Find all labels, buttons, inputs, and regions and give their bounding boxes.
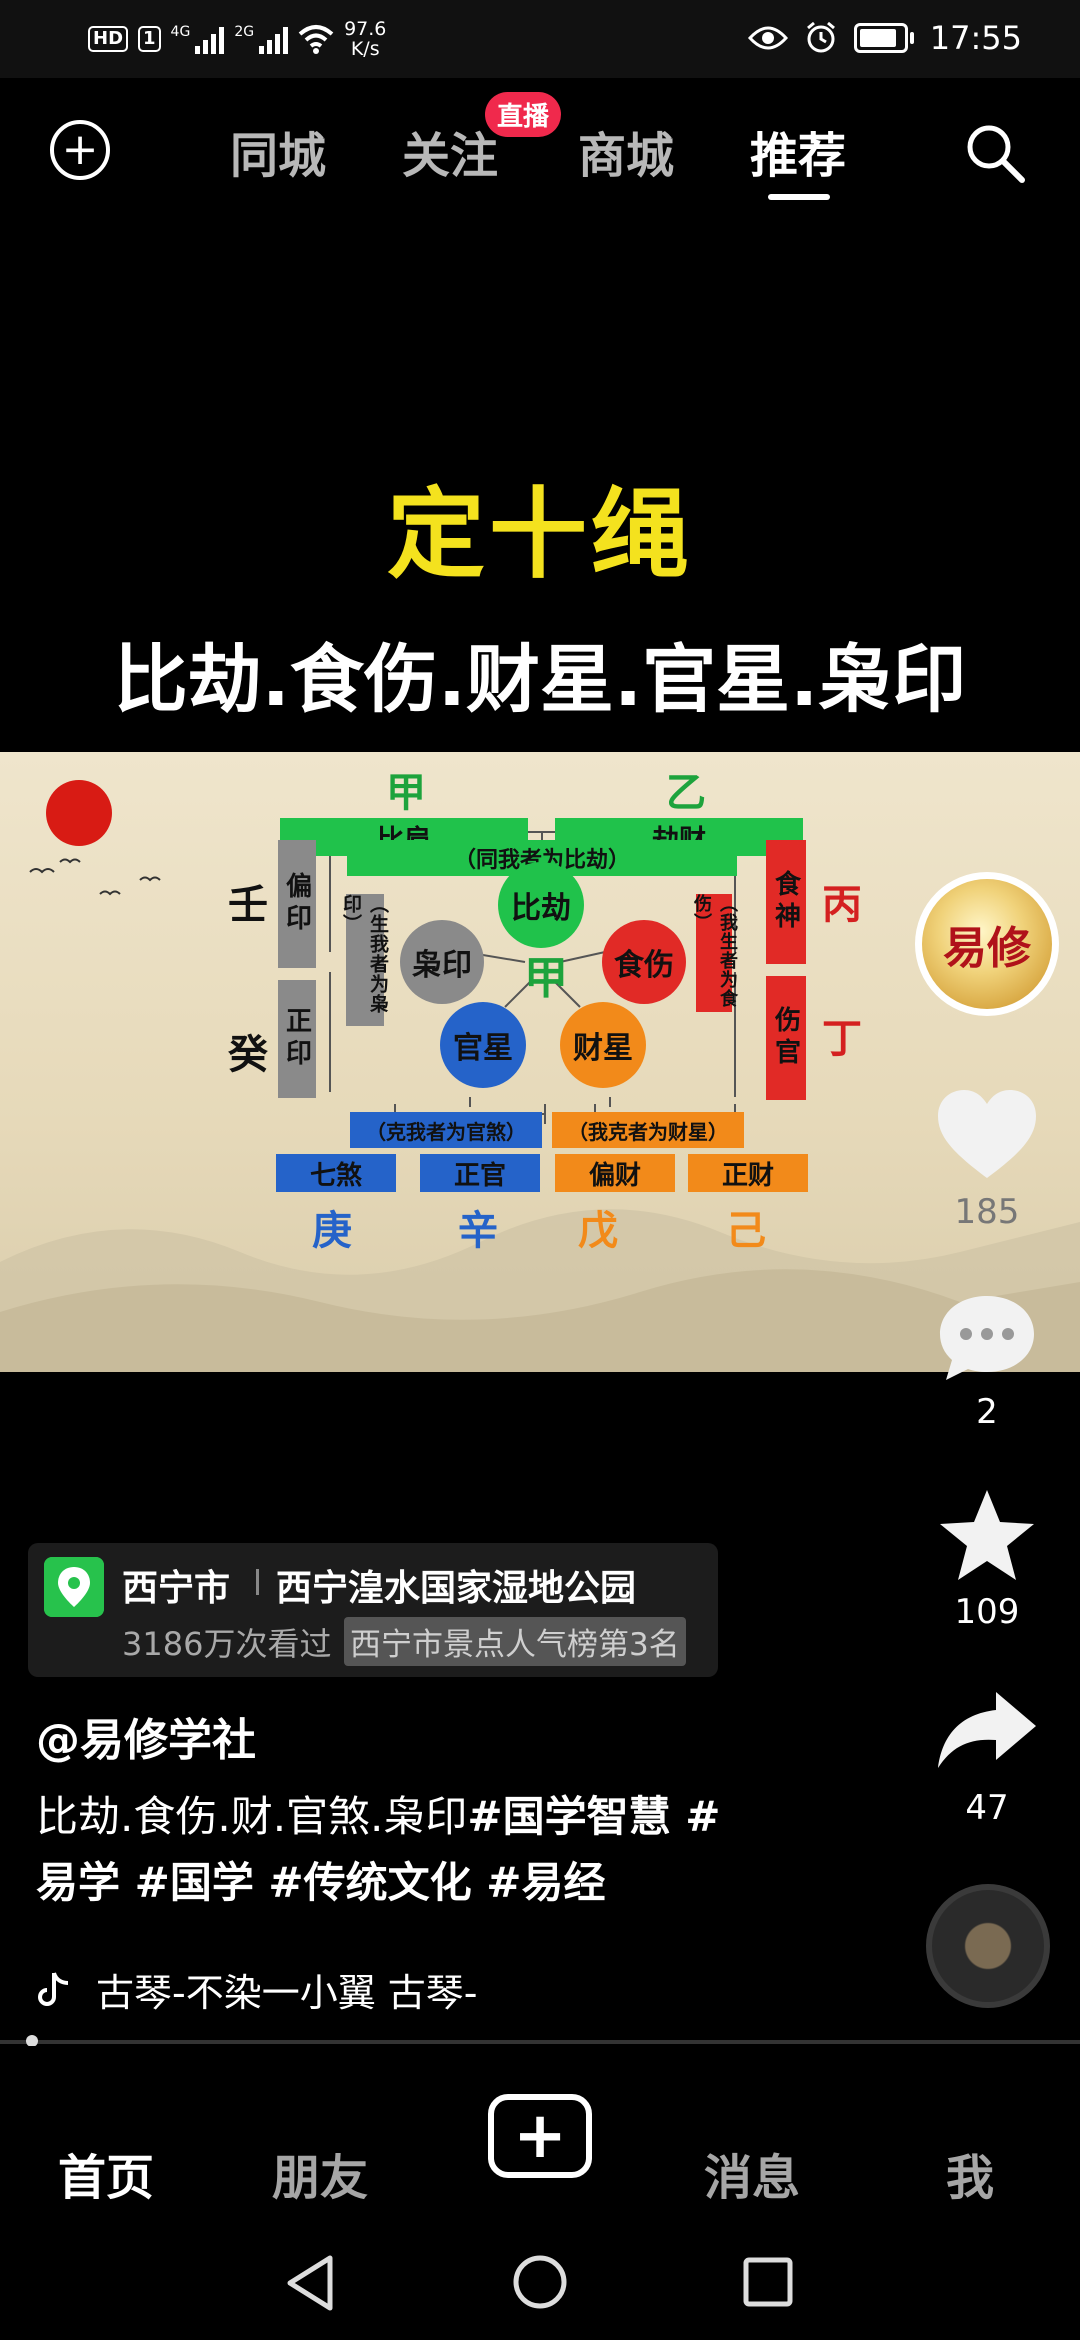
stem-yi-top: 乙 — [666, 769, 706, 816]
share-arrow-icon[interactable] — [932, 1680, 1042, 1790]
hashtags-line2[interactable]: 易学 #国学 #传统文化 #易经 — [36, 1858, 605, 1907]
circle-caixing: 财星 — [560, 1002, 646, 1088]
stem-geng: 庚 — [312, 1207, 352, 1254]
location-place: 西宁湟水国家湿地公园 — [276, 1568, 637, 1609]
box-zhengcai: 正财 — [688, 1154, 808, 1192]
add-plus-icon[interactable]: + — [50, 120, 110, 180]
location-rank-badge: 西宁市景点人气榜第3名 — [344, 1617, 686, 1666]
top-nav: + 同城 关注 直播 商城 推荐 — [0, 78, 1080, 218]
box-piancai: 偏财 — [555, 1154, 675, 1192]
music-title: 古琴-不染一小翼 古琴- — [96, 1971, 478, 2015]
nav-home[interactable]: 首页 — [58, 2138, 154, 2208]
active-tab-indicator — [768, 194, 830, 200]
wifi-icon — [298, 25, 334, 54]
post-description[interactable]: 比劫.食伤.财.官煞.枭印#国学智慧 # 易学 #国学 #传统文化 #易经 — [36, 1784, 776, 1916]
location-separator — [256, 1569, 259, 1595]
tab-mall[interactable]: 商城 — [578, 116, 674, 186]
like-heart-icon[interactable] — [932, 1080, 1042, 1190]
stem-ji: 己 — [726, 1207, 766, 1254]
share-count: 47 — [965, 1788, 1009, 1828]
tab-nearby[interactable]: 同城 — [230, 116, 326, 186]
eye-icon — [747, 26, 788, 50]
circle-guanxing: 官星 — [440, 1002, 526, 1088]
rule-officer: （克我者为官煞） — [350, 1112, 542, 1148]
location-pin-icon — [44, 1557, 104, 1617]
nav-me[interactable]: 我 — [946, 2138, 994, 2208]
location-city: 西宁市 — [122, 1568, 231, 1609]
tiktok-note-icon — [38, 1971, 69, 2006]
box-qisha: 七煞 — [276, 1154, 396, 1192]
stem-jia-top: 甲 — [386, 769, 426, 816]
favorite-count: 109 — [954, 1592, 1020, 1632]
rule-wealth: （我克者为财星） — [552, 1112, 744, 1148]
nav-messages[interactable]: 消息 — [704, 2138, 800, 2208]
stem-gui: 癸 — [228, 1031, 268, 1078]
stem-ding: 丁 — [822, 1015, 862, 1062]
box-zhengyin: 正印 — [278, 980, 316, 1098]
like-count: 185 — [954, 1192, 1020, 1232]
creator-avatar[interactable]: 易修 — [915, 872, 1059, 1016]
rule-resource: （生我者为枭印） — [340, 894, 389, 1026]
back-triangle-icon[interactable] — [282, 2252, 338, 2314]
alarm-icon — [806, 21, 835, 53]
home-circle-icon[interactable] — [510, 2252, 570, 2312]
nav-friends[interactable]: 朋友 — [272, 2138, 368, 2208]
music-disc-icon[interactable] — [926, 1884, 1050, 2008]
stem-bing: 丙 — [822, 881, 862, 928]
hd-badge: HD — [88, 26, 129, 52]
author-name[interactable]: @易修学社 — [36, 1704, 256, 1768]
video-title: 定十绳 — [386, 478, 693, 592]
stem-xin: 辛 — [458, 1207, 498, 1254]
status-bar: HD 1 4G 2G 97.6 K/s 17:55 — [0, 0, 1080, 78]
stem-ren: 壬 — [228, 881, 268, 928]
circle-shishang: 食伤 — [602, 920, 686, 1004]
box-pianyin: 偏印 — [278, 840, 316, 968]
comment-icon[interactable] — [932, 1282, 1042, 1392]
bottom-nav: 首页 朋友 + 消息 我 — [0, 2046, 1080, 2226]
circle-xiaoyin: 枭印 — [400, 920, 484, 1004]
video-progress-bar[interactable] — [0, 2040, 1080, 2044]
music-row[interactable]: 古琴-不染一小翼 古琴- — [36, 1962, 478, 2017]
recents-square-icon[interactable] — [740, 2254, 796, 2310]
stem-jia-center: 甲 — [524, 953, 568, 1004]
signal-4g-icon: 4G — [171, 24, 225, 54]
status-left: HD 1 4G 2G 97.6 K/s — [88, 18, 386, 60]
tab-recommend[interactable]: 推荐 — [750, 116, 846, 186]
hashtags-line1[interactable]: #国学智慧 # — [467, 1792, 720, 1841]
rule-output: （我生者为食伤） — [691, 894, 738, 1012]
box-zhengguan: 正官 — [420, 1154, 540, 1192]
sim-badge: 1 — [138, 26, 161, 52]
box-shangguan: 伤官 — [766, 976, 806, 1100]
comment-count: 2 — [976, 1392, 998, 1432]
battery-icon — [853, 23, 914, 53]
video-subtitle: 比劫.食伤.财星.官星.枭印 — [113, 637, 967, 723]
signal-2g-icon: 2G — [234, 24, 289, 54]
tab-following[interactable]: 关注 — [402, 116, 498, 186]
live-badge[interactable]: 直播 — [485, 92, 562, 137]
circle-bijie: 比劫 — [498, 862, 584, 948]
stem-wu: 戊 — [578, 1207, 618, 1254]
favorite-star-icon[interactable] — [932, 1482, 1042, 1592]
network-speed: 97.6 K/s — [344, 18, 387, 60]
create-plus-button[interactable]: + — [488, 2094, 592, 2178]
box-shishen: 食神 — [766, 840, 806, 964]
system-nav-bar — [0, 2226, 1080, 2340]
status-right: 17:55 — [747, 14, 1022, 62]
clock: 17:55 — [929, 19, 1022, 57]
location-card[interactable]: 西宁市 西宁湟水国家湿地公园 3186万次看过 西宁市景点人气榜第3名 — [28, 1543, 718, 1677]
location-views: 3186万次看过 — [122, 1625, 332, 1663]
desc-text: 比劫.食伤.财.官煞.枭印 — [36, 1792, 468, 1841]
avatar-logo: 易修 — [922, 879, 1052, 1009]
search-icon[interactable] — [962, 120, 1028, 186]
video-frame[interactable]: 甲 乙 比肩 劫财 （同我者为比劫） 比劫 甲 壬 癸 偏印 正印 （生我者为枭… — [0, 752, 1080, 1372]
